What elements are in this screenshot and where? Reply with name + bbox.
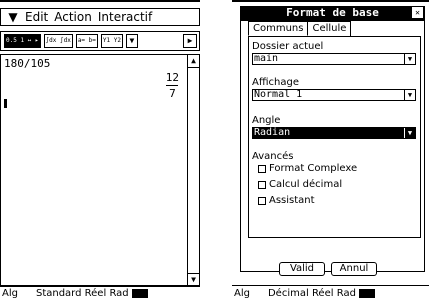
vertical-scrollbar[interactable]: ▲ ▼ — [187, 55, 199, 286]
toolbar-integral-button[interactable]: ∫dx ∫dx — [43, 34, 73, 48]
assistant-label: Assistant — [269, 195, 315, 206]
angle-select[interactable]: Radian ▼ — [252, 127, 416, 139]
tab-communs[interactable]: Communs — [248, 21, 309, 36]
fraction-bar — [166, 85, 179, 86]
menu-bar: ▼ Edit Action Interactif — [0, 8, 200, 26]
scroll-up-icon[interactable]: ▲ — [188, 55, 199, 68]
toolbar-function-button[interactable]: Y1 Y2 — [100, 34, 123, 48]
menu-action[interactable]: Action — [54, 10, 92, 24]
main-screen: ▼ Edit Action Interactif 0.5 1 ↔ ▸ ∫dx ∫… — [0, 0, 200, 300]
chevron-down-icon[interactable]: ▼ — [404, 54, 415, 64]
settings-panel: Dossier actuel main ▼ Affichage Normal 1… — [248, 36, 421, 238]
tab-bar: Communs Cellule — [248, 21, 352, 36]
display-label: Affichage — [252, 77, 299, 88]
toolbar-dropdown-icon[interactable]: ▼ — [125, 34, 138, 48]
chevron-down-icon[interactable]: ▼ — [404, 128, 415, 138]
advanced-label: Avancés — [252, 151, 294, 162]
status-bar: Alg Décimal Réel Rad — [232, 285, 429, 300]
valid-button[interactable]: Valid — [279, 262, 325, 276]
status-angle: Rad — [109, 287, 129, 299]
status-domain: Réel — [84, 287, 107, 299]
menu-edit[interactable]: Edit — [25, 10, 48, 24]
battery-icon — [131, 288, 148, 298]
dialog-title-text: Format de base — [286, 6, 379, 19]
toolbar: 0.5 1 ↔ ▸ ∫dx ∫dx a= b= Y1 Y2 ▼ ▶ — [0, 31, 200, 51]
battery-icon — [358, 288, 375, 298]
display-select[interactable]: Normal 1 ▼ — [252, 89, 416, 101]
decimal-calc-checkbox[interactable]: Calcul décimal — [258, 179, 342, 190]
status-format: Décimal — [267, 287, 309, 299]
folder-label: Dossier actuel — [252, 41, 324, 52]
status-angle: Rad — [336, 287, 356, 299]
cancel-button[interactable]: Annul — [331, 262, 377, 276]
status-format: Standard — [35, 287, 82, 299]
status-bar: Alg Standard Réel Rad — [0, 285, 200, 300]
format-dialog: Communs Cellule Dossier actuel main ▼ Af… — [240, 20, 425, 272]
toolbar-variable-button[interactable]: a= b= — [75, 34, 98, 48]
toolbar-fraction-decimal-button[interactable]: 0.5 1 ↔ ▸ — [4, 34, 41, 48]
status-domain: Réel — [311, 287, 334, 299]
result-denominator: 7 — [169, 87, 176, 100]
decimal-calc-label: Calcul décimal — [269, 179, 343, 190]
menu-triangle-icon[interactable]: ▼ — [1, 10, 25, 24]
toolbar-next-icon[interactable]: ▶ — [183, 34, 197, 48]
checkbox-icon[interactable] — [258, 180, 266, 189]
complex-format-checkbox[interactable]: Format Complexe — [258, 163, 357, 174]
tab-cellule[interactable]: Cellule — [307, 21, 352, 36]
checkbox-icon[interactable] — [258, 164, 266, 173]
angle-value: Radian — [254, 127, 291, 138]
work-area[interactable]: 180/105 12 7 ▲ ▼ — [0, 54, 200, 287]
folder-select[interactable]: main ▼ — [252, 53, 416, 65]
menu-interactive[interactable]: Interactif — [98, 10, 152, 24]
result-numerator: 12 — [165, 71, 179, 84]
format-screen: Format de base ✕ Communs Cellule Dossier… — [232, 0, 429, 300]
result-fraction: 12 7 — [166, 71, 179, 100]
angle-label: Angle — [252, 115, 281, 126]
checkbox-icon[interactable] — [258, 196, 266, 205]
close-icon[interactable]: ✕ — [412, 7, 423, 18]
status-mode: Alg — [2, 287, 18, 299]
input-expression: 180/105 — [4, 57, 51, 70]
display-value: Normal 1 — [254, 89, 303, 100]
dialog-title: Format de base ✕ — [240, 6, 425, 20]
folder-value: main — [254, 53, 279, 64]
status-mode: Alg — [234, 287, 250, 299]
text-cursor — [4, 99, 7, 108]
assistant-checkbox[interactable]: Assistant — [258, 195, 315, 206]
chevron-down-icon[interactable]: ▼ — [404, 90, 415, 100]
complex-format-label: Format Complexe — [269, 163, 358, 174]
